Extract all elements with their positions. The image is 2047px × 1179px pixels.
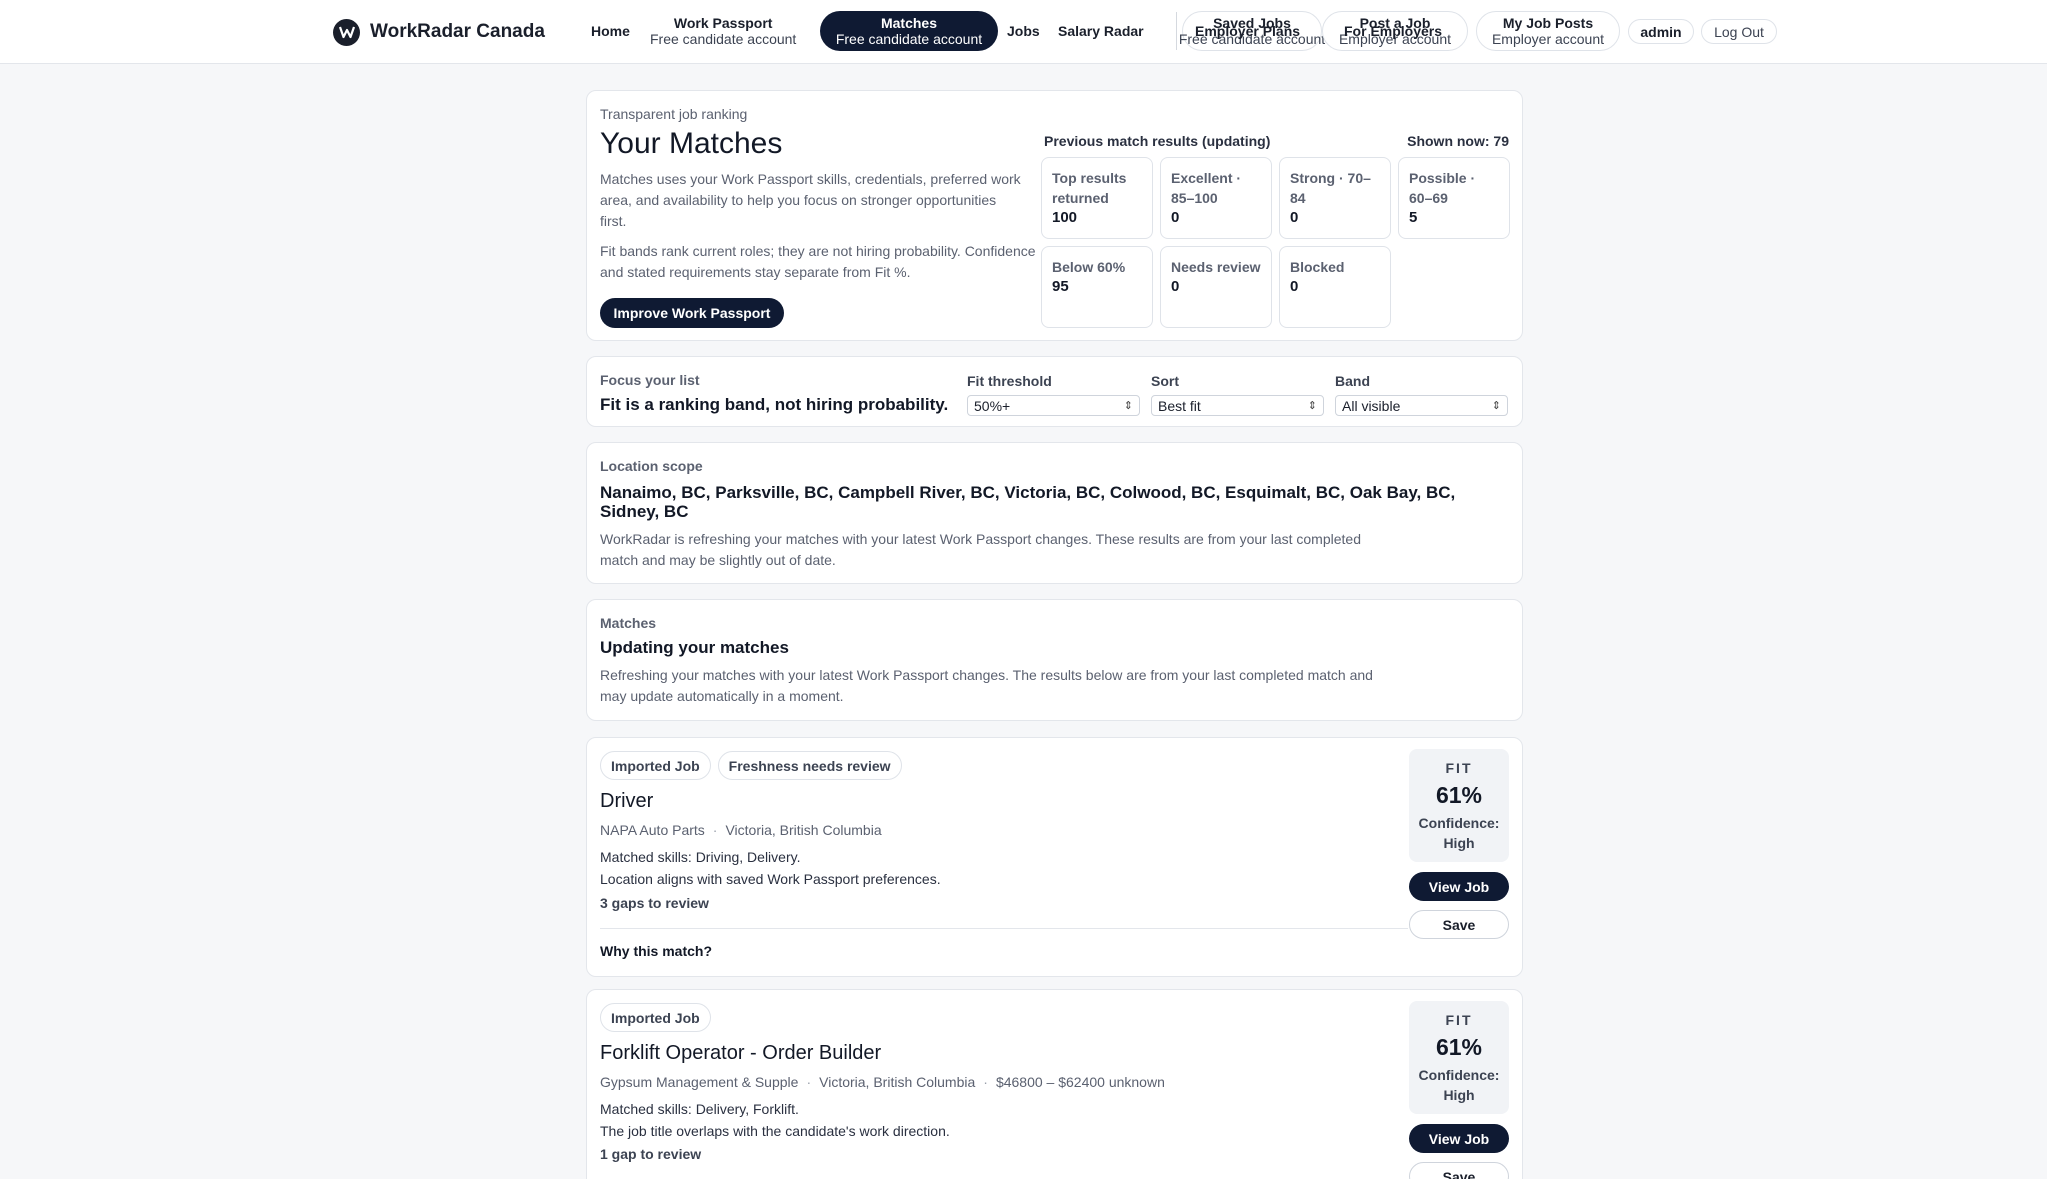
page-title: Your Matches [600,127,783,160]
job-title[interactable]: Forklift Operator - Order Builder [600,1042,881,1065]
save-job-button[interactable]: Save [1409,910,1509,939]
nav-salary-radar[interactable]: Salary Radar [1058,11,1144,51]
nav-my-job-posts[interactable]: My Job Posts Employer account [1476,11,1620,51]
select-chevron-icon: ⇕ [1123,400,1133,412]
brand-name: WorkRadar Canada [370,21,545,42]
job-title[interactable]: Driver [600,790,653,813]
nav-employer-plans[interactable]: Employer Plans [1195,23,1300,39]
location-description: WorkRadar is refreshing your matches wit… [600,531,1361,568]
stat-strong: Strong · 70–84 0 [1279,157,1391,239]
job-meta: Gypsum Management & Supple · Victoria, B… [600,1074,1165,1090]
nav-work-passport[interactable]: Work Passport Free candidate account [650,11,796,51]
job-tags: Imported Job [600,1003,711,1032]
sort-control: Sort Best fit ⇕ [1151,372,1324,416]
save-job-button[interactable]: Save [1409,1162,1509,1179]
fit-score-box: FIT 61% Confidence: High [1409,749,1509,862]
select-chevron-icon: ⇕ [1491,400,1501,412]
fit-threshold-control: Fit threshold 50%+ ⇕ [967,372,1140,416]
top-navigation: WorkRadar Canada Home Work Passport Free… [0,0,2047,64]
stat-below-60: Below 60% 95 [1041,246,1153,328]
select-chevron-icon: ⇕ [1307,400,1317,412]
matches-status-card: Matches Updating your matches Refreshing… [586,599,1523,721]
location-list: Nanaimo, BC, Parksville, BC, Campbell Ri… [600,483,1456,521]
status-title: Updating your matches [600,638,789,657]
job-company: Gypsum Management & Supple [600,1074,799,1090]
job-matched-skills: Matched skills: Driving, Delivery. [600,849,801,865]
stat-top-results: Top results returned 100 [1041,157,1153,239]
location-eyebrow: Location scope [600,458,703,474]
job-company: NAPA Auto Parts [600,822,705,838]
sort-select[interactable]: Best fit ⇕ [1151,395,1324,416]
job-card: Imported Job Forklift Operator - Order B… [586,989,1523,1179]
view-job-button[interactable]: View Job [1409,1124,1509,1153]
fit-threshold-select[interactable]: 50%+ ⇕ [967,395,1140,416]
stat-possible: Possible · 60–69 5 [1398,157,1510,239]
stats-heading: Previous match results (updating) [1044,133,1271,149]
focus-eyebrow: Focus your list [600,372,700,388]
band-control: Band All visible ⇕ [1335,372,1508,416]
stat-blocked: Blocked 0 [1279,246,1391,328]
job-tag: Freshness needs review [717,751,902,780]
job-tag: Imported Job [600,1003,711,1032]
admin-link[interactable]: admin [1628,19,1694,44]
band-label: Band [1335,373,1370,389]
stat-needs-review: Needs review 0 [1160,246,1272,328]
job-divider [600,928,1408,929]
job-location: Victoria, British Columbia [725,822,882,838]
job-match-reason: Location aligns with saved Work Passport… [600,871,941,887]
fit-score: 61% [1435,1034,1483,1060]
improve-work-passport-button[interactable]: Improve Work Passport [600,298,784,328]
nav-matches[interactable]: Matches Free candidate account [820,11,998,51]
nav-jobs[interactable]: Jobs [1007,11,1040,51]
job-matched-skills: Matched skills: Delivery, Forklift. [600,1101,799,1117]
job-salary: $46800 – $62400 unknown [995,1074,1165,1090]
job-match-reason: The job title overlaps with the candidat… [600,1123,950,1139]
fit-confidence: Confidence: High [1418,1067,1500,1103]
nav-for-employers[interactable]: For Employers [1344,23,1442,39]
hero-eyebrow: Transparent job ranking [600,106,748,122]
location-scope-card: Location scope Nanaimo, BC, Parksville, … [586,442,1523,584]
job-tags: Imported Job Freshness needs review [600,751,902,780]
job-gaps: 1 gap to review [600,1146,702,1162]
fit-score-box: FIT 61% Confidence: High [1409,1001,1509,1114]
why-this-match-toggle[interactable]: Why this match? [600,943,712,959]
view-job-button[interactable]: View Job [1409,872,1509,901]
nav-divider [1176,12,1177,50]
nav-home[interactable]: Home [591,11,630,51]
job-card: Imported Job Freshness needs review Driv… [586,737,1523,977]
focus-title: Fit is a ranking band, not hiring probab… [600,395,949,414]
job-meta: NAPA Auto Parts · Victoria, British Colu… [600,822,882,838]
fit-score: 61% [1435,782,1483,808]
focus-filters-card: Focus your list Fit is a ranking band, n… [586,356,1523,427]
hero-description: Matches uses your Work Passport skills, … [600,171,1021,229]
matches-summary-card: Transparent job ranking Your Matches Mat… [586,90,1523,341]
brand-link[interactable]: WorkRadar Canada [333,17,545,47]
shown-now-count: Shown now: 79 [1407,133,1509,149]
sort-label: Sort [1151,373,1179,389]
stat-excellent: Excellent · 85–100 0 [1160,157,1272,239]
band-select[interactable]: All visible ⇕ [1335,395,1508,416]
job-location: Victoria, British Columbia [819,1074,976,1090]
job-gaps: 3 gaps to review [600,895,709,911]
hero-note: Fit bands rank current roles; they are n… [600,243,1036,280]
status-eyebrow: Matches [600,615,657,631]
logout-button[interactable]: Log Out [1701,19,1777,44]
fit-threshold-label: Fit threshold [967,373,1052,389]
status-description: Refreshing your matches with your latest… [600,667,1373,704]
job-tag: Imported Job [600,751,711,780]
fit-confidence: Confidence: High [1418,815,1500,851]
workradar-logo-icon [333,18,360,46]
